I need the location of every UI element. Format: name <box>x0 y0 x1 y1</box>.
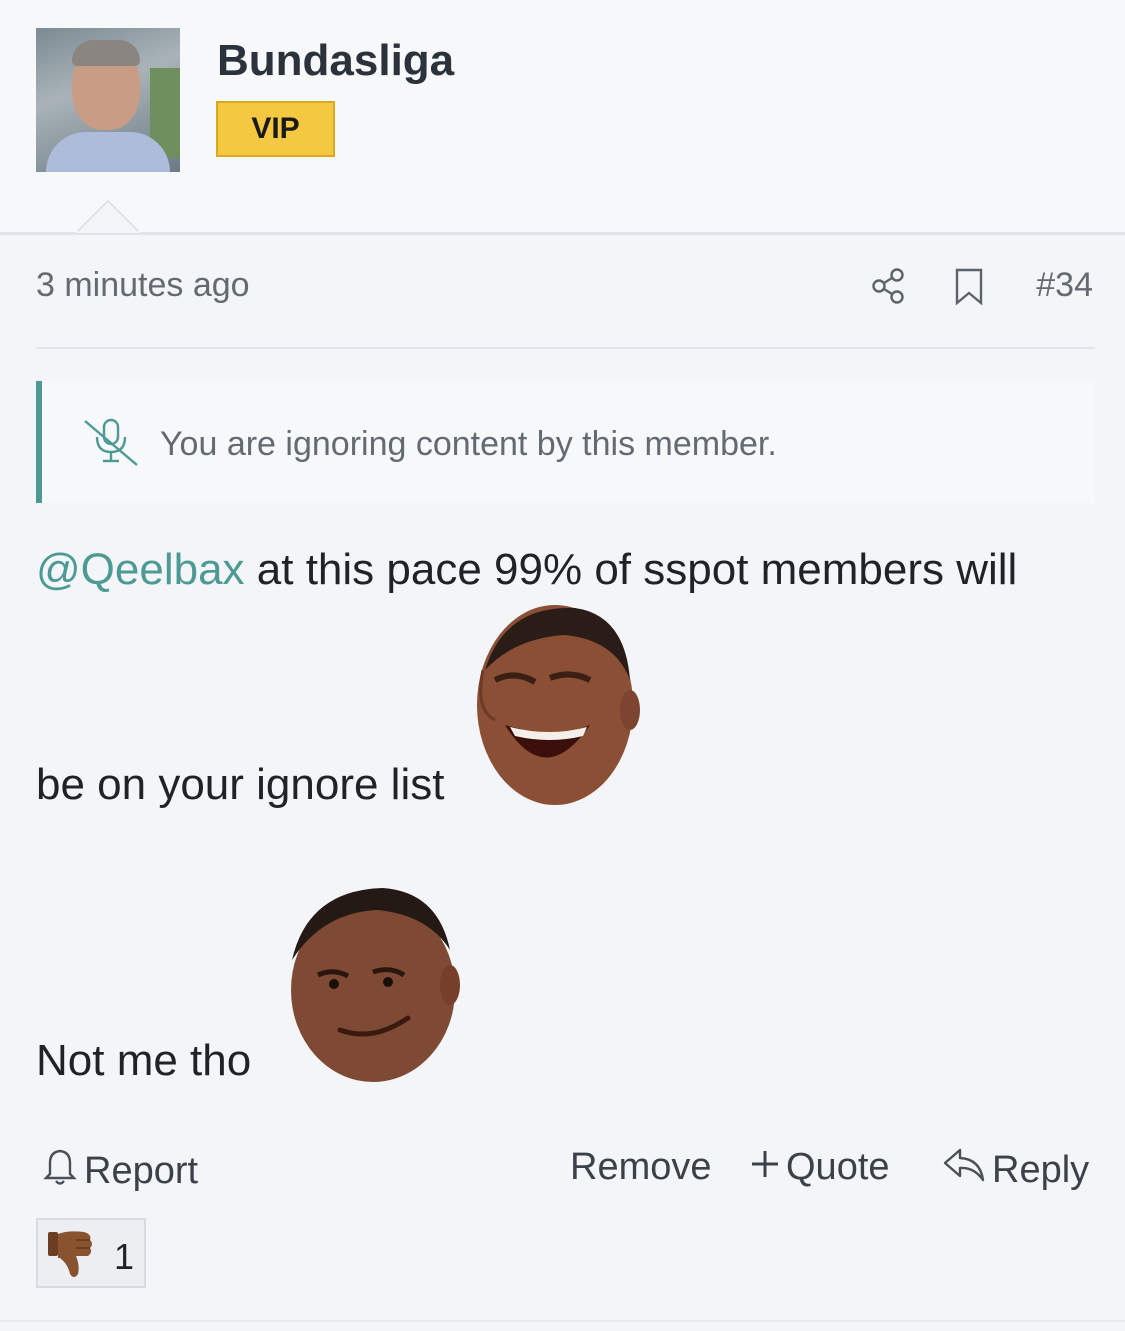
share-icon[interactable] <box>870 267 908 310</box>
reaction-thumbs-down[interactable]: 1 <box>36 1218 146 1288</box>
post-text-line-1-rest: at this pace 99% of sspot members will <box>244 545 1018 594</box>
smirking-face-emoji <box>278 880 463 1095</box>
report-button[interactable]: Report <box>42 1146 198 1196</box>
vip-badge: VIP <box>216 101 335 157</box>
bookmark-icon[interactable] <box>953 268 985 311</box>
avatar[interactable] <box>36 28 180 172</box>
post-text-line-3: Not me tho <box>36 1036 252 1085</box>
username[interactable]: Bundasliga <box>217 36 454 86</box>
bottom-divider <box>0 1320 1125 1322</box>
divider <box>36 347 1095 349</box>
reply-button[interactable]: Reply <box>942 1146 1089 1194</box>
post-actions: Report Remove Quote Reply <box>0 1140 1125 1200</box>
remove-button[interactable]: Remove <box>570 1146 712 1189</box>
post-text-line-1: @Qeelbax at this pace 99% of sspot membe… <box>36 545 1017 595</box>
report-label: Report <box>84 1149 199 1192</box>
plus-icon <box>750 1146 780 1189</box>
post-time[interactable]: 3 minutes ago <box>36 266 250 305</box>
quote-button[interactable]: Quote <box>750 1146 890 1189</box>
ignored-message: You are ignoring content by this member. <box>160 425 777 463</box>
post-header: Bundasliga VIP <box>0 0 1125 235</box>
reply-label: Reply <box>992 1148 1090 1191</box>
reply-arrow-icon <box>942 1146 986 1194</box>
bell-icon <box>42 1146 78 1196</box>
avatar-hair <box>72 40 140 66</box>
post-number[interactable]: #34 <box>1036 266 1093 305</box>
muted-microphone-icon <box>82 417 140 472</box>
remove-label: Remove <box>570 1146 712 1188</box>
mention-link[interactable]: @Qeelbax <box>36 545 245 594</box>
thumbs-down-icon <box>46 1228 96 1285</box>
post-text-line-2: be on your ignore list <box>36 760 445 809</box>
reaction-count: 1 <box>114 1236 135 1277</box>
ignored-notice: You are ignoring content by this member. <box>36 381 1095 503</box>
quote-label: Quote <box>786 1146 890 1188</box>
avatar-shirt <box>46 132 170 172</box>
laughing-face-emoji <box>465 600 640 820</box>
